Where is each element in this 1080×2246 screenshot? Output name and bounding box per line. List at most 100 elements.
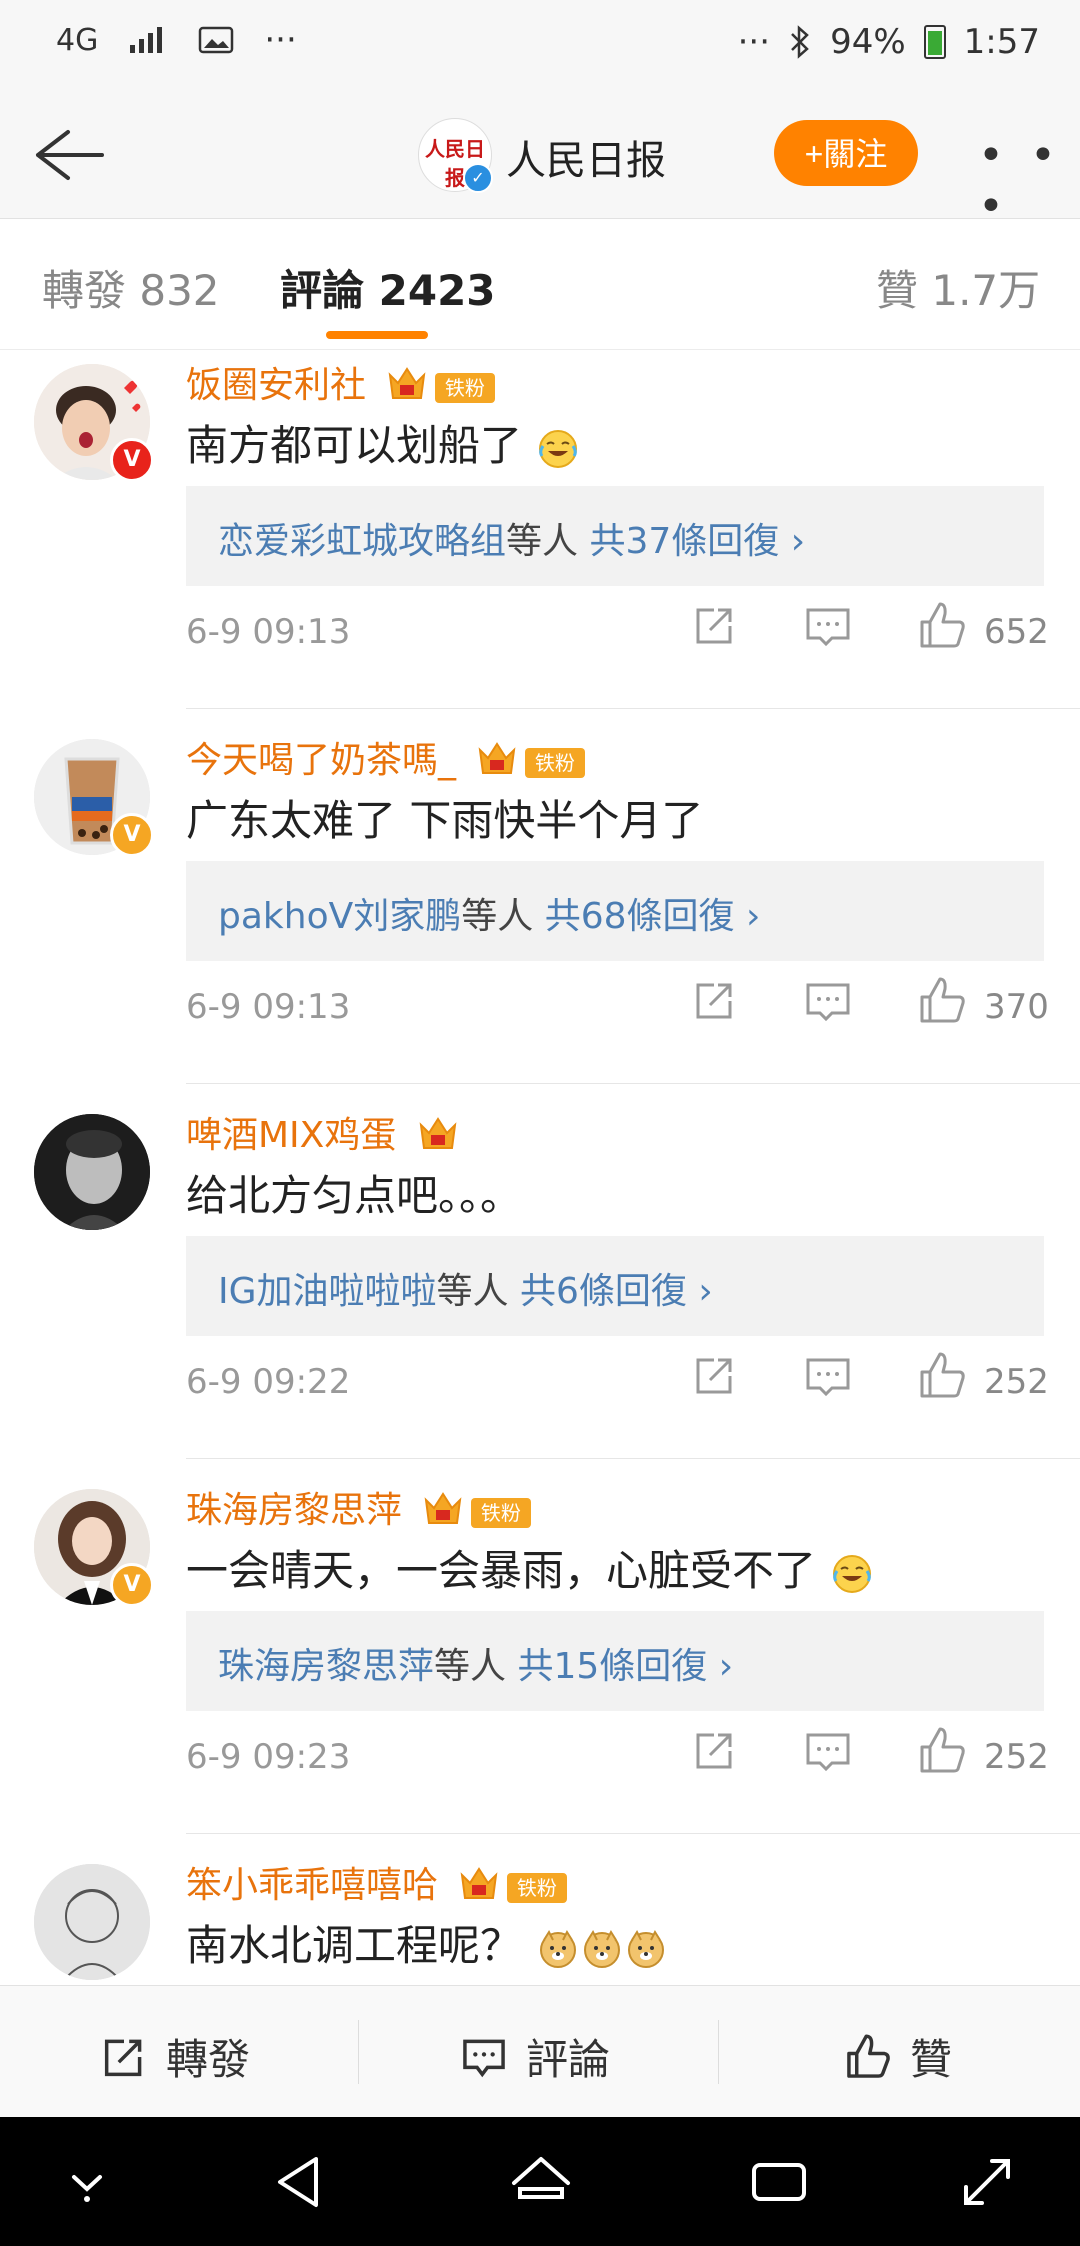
repost-button[interactable]: 轉發	[98, 2026, 250, 2087]
replies-preview[interactable]: IG加油啦啦啦等人 共6條回復 ›	[186, 1236, 1044, 1336]
follow-button[interactable]: +關注	[774, 120, 918, 186]
crown-icon	[461, 1867, 498, 1899]
bottom-action-bar: 轉發 評論 贊	[0, 1985, 1080, 2118]
divider	[186, 708, 1080, 709]
avatar[interactable]	[34, 1864, 150, 1980]
overflow-dots-left: ···	[264, 20, 297, 60]
share-icon[interactable]	[684, 971, 744, 1031]
like-button[interactable]: 贊	[842, 2026, 952, 2087]
hide-keyboard-icon[interactable]	[52, 2147, 122, 2217]
comment-text: 一会晴天，一会暴雨，心脏受不了	[186, 1546, 817, 1595]
username[interactable]: 珠海房黎思萍	[186, 1490, 402, 1531]
share-icon[interactable]	[684, 1346, 744, 1406]
network-indicator: 4G	[56, 22, 99, 58]
tab-likes[interactable]: 贊 1.7万	[876, 257, 1040, 318]
comment-timestamp: 6-9 09:23	[186, 1737, 351, 1777]
back-arrow-icon[interactable]	[28, 120, 108, 190]
reply-etc: 等人	[436, 1271, 509, 1312]
verified-check-icon: ✓	[463, 163, 493, 193]
divider	[358, 2020, 359, 2084]
crown-icon	[479, 742, 516, 774]
doge-emoji-icon	[628, 1929, 665, 1968]
replies-preview[interactable]: 恋爱彩虹城攻略组等人 共37條回復 ›	[186, 486, 1044, 586]
comment-icon[interactable]	[798, 1346, 858, 1406]
image-icon	[199, 26, 234, 54]
tab-reposts[interactable]: 轉發 832	[42, 257, 220, 318]
account-title[interactable]: 人民日报	[506, 128, 666, 186]
account-logo-text: 人民日报	[425, 137, 485, 190]
reply-etc: 等人	[461, 896, 534, 937]
avatar[interactable]	[34, 1114, 150, 1230]
reply-count-link[interactable]: 共15條回復 ›	[517, 1646, 733, 1687]
share-icon[interactable]	[684, 596, 744, 656]
like-icon[interactable]	[912, 596, 972, 656]
expand-icon[interactable]	[952, 2147, 1022, 2217]
system-nav-bar	[0, 2117, 1080, 2246]
doge-emoji-icon	[540, 1929, 577, 1968]
like-icon[interactable]	[912, 971, 972, 1031]
tears-of-joy-emoji-icon	[833, 1554, 872, 1593]
repost-icon	[104, 2039, 142, 2076]
reply-etc: 等人	[506, 521, 579, 562]
divider	[718, 2020, 719, 2084]
reply-count-link[interactable]: 共68條回復 ›	[545, 896, 761, 937]
username[interactable]: 今天喝了奶茶嗎_	[186, 740, 456, 781]
reply-count-link[interactable]: 共37條回復 ›	[589, 521, 805, 562]
overflow-dots-right: ···	[737, 22, 771, 62]
like-icon	[847, 2033, 890, 2078]
like-icon[interactable]	[912, 1346, 972, 1406]
replies-preview[interactable]: 珠海房黎思萍等人 共15條回復 ›	[186, 1611, 1044, 1711]
top-nav-bar: 人民日报 ✓ 人民日报 +關注 • • •	[0, 92, 1080, 232]
like-count: 252	[984, 1362, 1049, 1402]
status-bar: 4G ··· ··· 94% 1:57	[0, 0, 1080, 92]
username[interactable]: 笨小乖乖嘻嘻哈	[186, 1865, 438, 1906]
home-nav-icon[interactable]	[506, 2147, 576, 2217]
repost-label: 轉發	[166, 2035, 251, 2084]
comment-icon	[463, 2039, 505, 2077]
reply-count-link[interactable]: 共6條回復 ›	[520, 1271, 713, 1312]
username[interactable]: 饭圈安利社	[186, 365, 366, 406]
account-avatar[interactable]: 人民日报 ✓	[418, 118, 493, 193]
laugh-cry-emoji-icon	[539, 429, 578, 468]
comment-icon[interactable]	[798, 596, 858, 656]
crown-icon	[389, 367, 426, 399]
comment-item: 笨小乖乖嘻嘻哈 铁粉 南水北调工程呢？	[0, 1850, 1080, 1985]
comment-icon[interactable]	[798, 971, 858, 1031]
back-nav-icon[interactable]	[266, 2147, 336, 2217]
fan-badge: 铁粉	[524, 748, 585, 778]
clock: 1:57	[963, 22, 1040, 62]
reply-names[interactable]: IG加油啦啦啦	[218, 1271, 437, 1312]
comment-button[interactable]: 評論	[458, 2026, 610, 2087]
tab-bar: 轉發 832 評論 2423 贊 1.7万	[0, 219, 1080, 350]
fan-badge: 铁粉	[434, 373, 495, 403]
replies-preview[interactable]: pakhoV刘家鹏等人 共68條回復 ›	[186, 861, 1044, 961]
verified-badge-icon: V	[110, 1563, 154, 1607]
verified-badge-icon: V	[110, 813, 154, 857]
like-icon[interactable]	[912, 1721, 972, 1781]
crown-icon	[425, 1492, 462, 1524]
reply-names[interactable]: 恋爱彩虹城攻略组	[218, 521, 506, 562]
bluetooth-icon	[791, 25, 809, 59]
comment-text: 广东太难了 下雨快半个月了	[186, 796, 704, 845]
comment-icon[interactable]	[798, 1721, 858, 1781]
comment-text: 南水北调工程呢？	[186, 1921, 523, 1970]
more-options-icon[interactable]: • • •	[978, 130, 1080, 232]
tab-comments[interactable]: 評論 2423	[280, 257, 496, 318]
share-icon[interactable]	[684, 1721, 744, 1781]
like-count: 652	[984, 612, 1049, 652]
comment-timestamp: 6-9 09:13	[186, 612, 351, 652]
like-count: 370	[984, 987, 1049, 1027]
active-tab-indicator	[326, 331, 428, 339]
username[interactable]: 啤酒MIX鸡蛋	[186, 1115, 396, 1156]
fan-badge: 铁粉	[470, 1498, 531, 1528]
reply-names[interactable]: 珠海房黎思萍	[218, 1646, 434, 1687]
divider	[186, 1458, 1080, 1459]
comment-timestamp: 6-9 09:13	[186, 987, 351, 1027]
signal-icon	[130, 27, 163, 53]
recent-apps-icon[interactable]	[744, 2147, 814, 2217]
battery-percent: 94%	[830, 22, 906, 62]
doge-emoji-icon	[584, 1929, 621, 1968]
verified-badge-icon: V	[110, 438, 154, 482]
reply-names[interactable]: pakhoV刘家鹏	[218, 896, 461, 937]
comment-label: 評論	[526, 2035, 611, 2084]
